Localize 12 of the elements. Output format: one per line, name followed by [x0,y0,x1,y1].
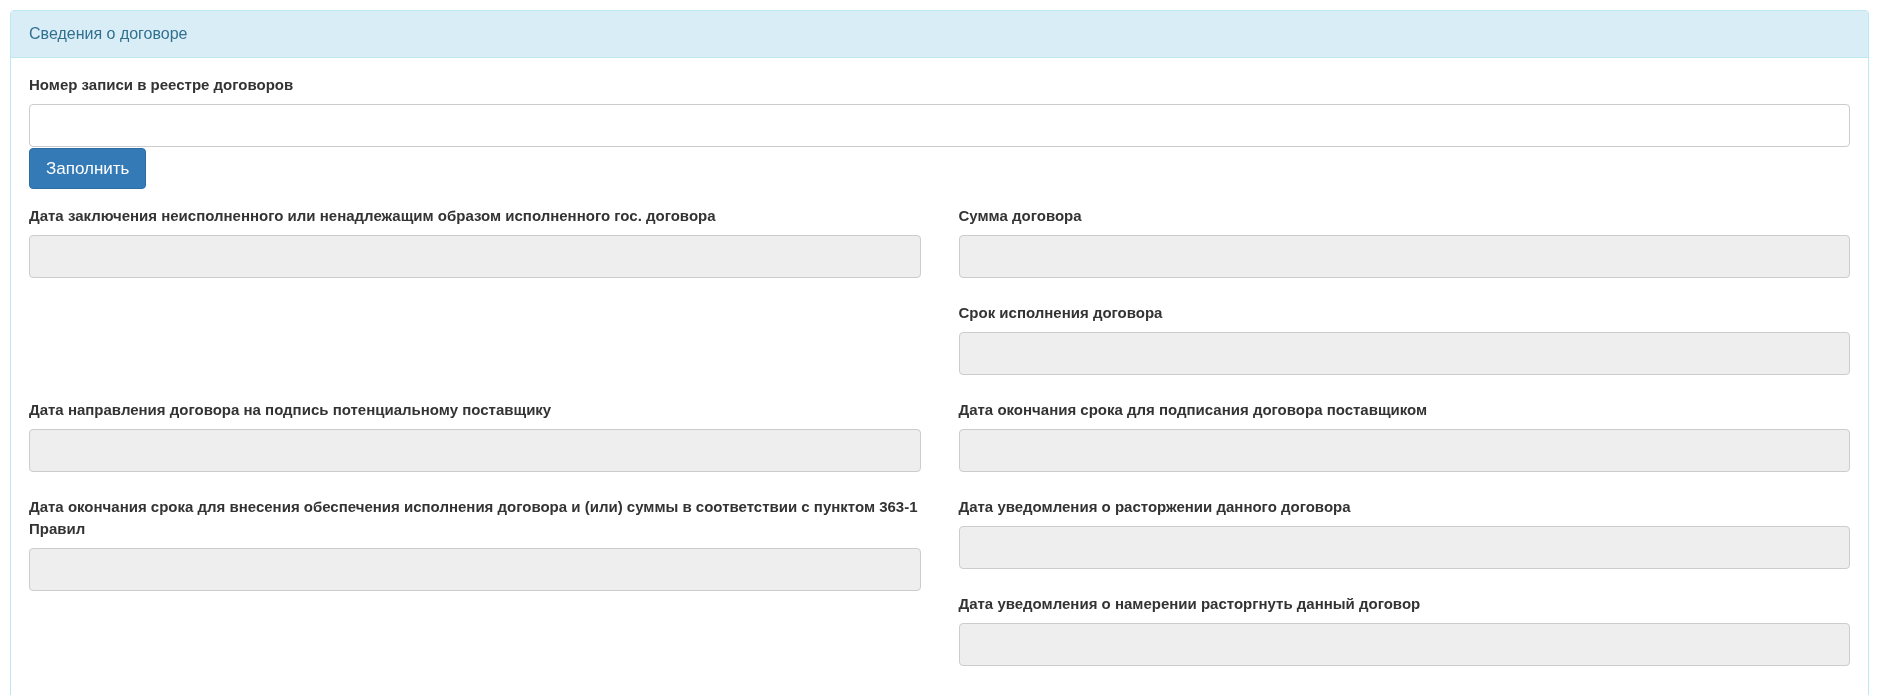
field-label: Дата окончания срока для подписания договора поставщиком [958,400,1429,420]
field-label: Дата направления договора на подпись потенциальному поставщику [29,400,553,420]
field-label: Дата заключения неисполненного или ненадлежащим образом исполненного гос. договора [29,206,717,226]
field-label: Сумма договора [958,206,1083,226]
panel-title: Сведения о договоре [11,11,1868,58]
field-label: Срок исполнения договора [958,303,1164,323]
field-label: Номер записи в реестре договоров [29,75,295,95]
field-label: Дата уведомления о намерении расторгнуть данный договор [958,594,1422,614]
field-label: Дата уведомления о расторжении данного договора [958,497,1352,517]
input-field[interactable] [29,104,1850,147]
field-label: Дата окончания срока для внесения обеспечения исполнения договора и (или) суммы в соответствии с пунктом 363-1 Правил [29,497,919,539]
fill-button[interactable]: Заполнить [29,148,147,189]
